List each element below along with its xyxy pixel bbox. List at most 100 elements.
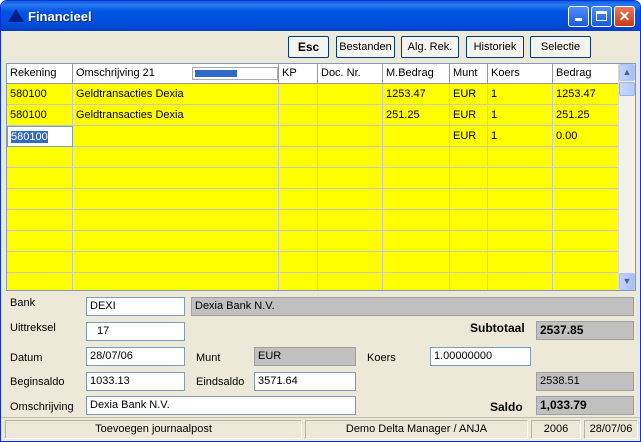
historiek-button[interactable]: Historiek [466, 36, 524, 58]
journal-grid[interactable]: Rekening Omschrijving 21 KP Doc. Nr. M.B… [6, 63, 636, 291]
cell-kp[interactable] [279, 189, 318, 210]
table-row[interactable]: 580100 EUR 1 0.00 [7, 126, 619, 147]
scroll-up-button[interactable]: ▲ [619, 64, 635, 81]
cell-kp[interactable] [279, 252, 318, 273]
col-header-bedrag[interactable]: Bedrag [553, 64, 619, 84]
empty-table-row[interactable] [7, 189, 619, 210]
cell-munt[interactable]: EUR [450, 126, 488, 147]
cell-rekening[interactable] [7, 252, 73, 273]
cell-bedrag[interactable]: 0.00 [553, 126, 619, 147]
cell-munt[interactable]: EUR [450, 105, 488, 126]
col-header-kp[interactable]: KP [279, 64, 318, 84]
empty-table-row[interactable] [7, 231, 619, 252]
close-button[interactable]: ✕ [614, 6, 635, 27]
cell-m-bedrag[interactable]: 1253.47 [383, 84, 450, 105]
col-header-m-bedrag[interactable]: M.Bedrag [383, 64, 450, 84]
cell-koers[interactable]: 1 [488, 84, 553, 105]
cell-bedrag[interactable] [553, 147, 619, 168]
bank-code-field[interactable]: DEXI [86, 297, 185, 316]
cell-bedrag[interactable]: 251.25 [553, 105, 619, 126]
cell-munt[interactable] [450, 252, 488, 273]
beginsaldo-field[interactable]: 1033.13 [86, 372, 185, 391]
maximize-button[interactable] [591, 6, 612, 27]
cell-koers[interactable] [488, 273, 553, 290]
cell-rekening[interactable] [7, 210, 73, 231]
grid-scrollbar[interactable]: ▲ ▼ [618, 64, 635, 290]
cell-rekening[interactable] [7, 273, 73, 290]
empty-table-row[interactable] [7, 147, 619, 168]
empty-table-row[interactable] [7, 273, 619, 290]
table-row[interactable]: 580100 Geldtransacties Dexia 251.25 EUR 1 251… [7, 105, 619, 126]
cell-munt[interactable] [450, 273, 488, 290]
cell-doc-nr[interactable] [318, 147, 383, 168]
cell-kp[interactable] [279, 84, 318, 105]
selectie-button[interactable]: Selectie [530, 36, 591, 58]
cell-kp[interactable] [279, 168, 318, 189]
empty-table-row[interactable] [7, 210, 619, 231]
cell-rekening[interactable] [7, 189, 73, 210]
empty-table-row[interactable] [7, 168, 619, 189]
esc-button[interactable]: Esc [288, 36, 329, 58]
cell-m-bedrag[interactable] [383, 231, 450, 252]
datum-field[interactable]: 28/07/06 [86, 347, 185, 366]
cell-munt[interactable] [450, 231, 488, 252]
cell-kp[interactable] [279, 105, 318, 126]
cell-rekening[interactable] [7, 168, 73, 189]
cell-omschrijving[interactable] [73, 126, 279, 147]
alg-rek-button[interactable]: Alg. Rek. [401, 36, 459, 58]
cell-omschrijving[interactable] [73, 252, 279, 273]
col-header-rekening[interactable]: Rekening [7, 64, 73, 84]
cell-omschrijving[interactable] [73, 210, 279, 231]
cell-koers[interactable]: 1 [488, 126, 553, 147]
cell-rekening[interactable]: 580100 [7, 126, 73, 147]
cell-doc-nr[interactable] [318, 210, 383, 231]
cell-m-bedrag[interactable] [383, 147, 450, 168]
cell-rekening[interactable] [7, 147, 73, 168]
cell-m-bedrag[interactable] [383, 189, 450, 210]
cell-rekening[interactable]: 580100 [7, 84, 73, 105]
cell-m-bedrag[interactable] [383, 252, 450, 273]
col-header-munt[interactable]: Munt [450, 64, 488, 84]
cell-m-bedrag[interactable] [383, 126, 450, 147]
cell-koers[interactable] [488, 231, 553, 252]
cell-koers[interactable] [488, 189, 553, 210]
col-header-koers[interactable]: Koers [488, 64, 553, 84]
eindsaldo-field[interactable]: 3571.64 [254, 372, 356, 391]
bestanden-button[interactable]: Bestanden [336, 36, 395, 58]
empty-table-row[interactable] [7, 252, 619, 273]
cell-koers[interactable]: 1 [488, 105, 553, 126]
cell-bedrag[interactable] [553, 231, 619, 252]
cell-m-bedrag[interactable] [383, 168, 450, 189]
koers-field[interactable]: 1.00000000 [430, 347, 531, 366]
cell-bedrag[interactable] [553, 273, 619, 290]
table-row[interactable]: 580100 Geldtransacties Dexia 1253.47 EUR 1 12… [7, 84, 619, 105]
cell-omschrijving[interactable]: Geldtransacties Dexia [73, 84, 279, 105]
cell-omschrijving[interactable] [73, 189, 279, 210]
scroll-thumb[interactable] [619, 82, 635, 96]
cell-rekening[interactable] [7, 231, 73, 252]
cell-kp[interactable] [279, 147, 318, 168]
cell-doc-nr[interactable] [318, 273, 383, 290]
cell-rekening[interactable]: 580100 [7, 105, 73, 126]
cell-omschrijving[interactable] [73, 147, 279, 168]
cell-munt[interactable] [450, 210, 488, 231]
cell-kp[interactable] [279, 231, 318, 252]
cell-omschrijving[interactable]: Geldtransacties Dexia [73, 105, 279, 126]
cell-doc-nr[interactable] [318, 252, 383, 273]
cell-m-bedrag[interactable]: 251.25 [383, 105, 450, 126]
cell-kp[interactable] [279, 126, 318, 147]
cell-kp[interactable] [279, 273, 318, 290]
cell-bedrag[interactable] [553, 168, 619, 189]
omschrijving-field[interactable]: Dexia Bank N.V. [86, 396, 356, 415]
cell-munt[interactable] [450, 168, 488, 189]
scroll-down-button[interactable]: ▼ [619, 273, 635, 290]
cell-omschrijving[interactable] [73, 273, 279, 290]
cell-munt[interactable] [450, 189, 488, 210]
cell-omschrijving[interactable] [73, 231, 279, 252]
cell-bedrag[interactable] [553, 252, 619, 273]
cell-koers[interactable] [488, 168, 553, 189]
cell-doc-nr[interactable] [318, 84, 383, 105]
cell-bedrag[interactable]: 1253.47 [553, 84, 619, 105]
cell-bedrag[interactable] [553, 210, 619, 231]
title-bar[interactable]: Financieel ✕ [1, 1, 640, 31]
